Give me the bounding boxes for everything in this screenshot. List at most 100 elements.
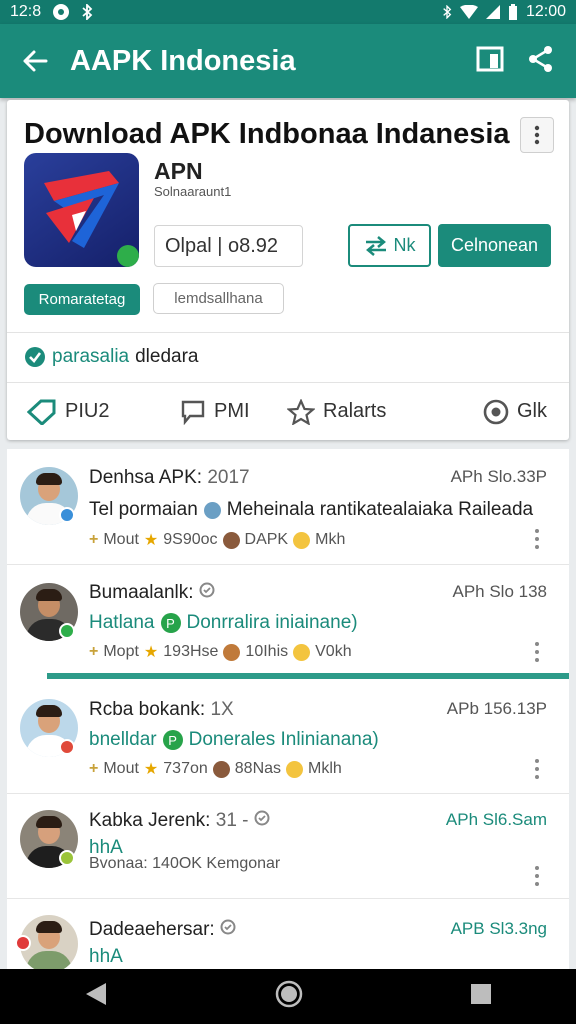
item-version: APb 156.13P [446, 699, 547, 718]
emoji-icon [293, 643, 311, 661]
emoji-icon [293, 531, 311, 549]
item-meta: + Mout ★ 9S90oc DAPK Mkh [89, 531, 346, 549]
status-bar: 12:8 12:00 [0, 0, 576, 24]
bookmark-button[interactable] [476, 45, 506, 78]
item-meta: + Mopt ★ 193Hse 10Ihis V0kh [89, 643, 352, 661]
status-time-left: 12:8 [10, 3, 42, 20]
list-item[interactable]: Denhsa APK: 2017 APh Slo.33P Tel pormaia… [7, 449, 569, 564]
item-version: APh Sl6.Sam [445, 810, 547, 829]
list-item[interactable]: Kabka Jerenk: 31 - APh Sl6.Sam hhA Bvona… [7, 794, 569, 898]
battery-icon [508, 4, 517, 20]
share-icon [529, 45, 552, 72]
star-icon: ★ [143, 761, 159, 778]
item-description: Tel pormaian Meheinala rantikatealaiaka … [89, 499, 534, 520]
user-avatar-icon [222, 531, 240, 549]
notification-icon [53, 4, 70, 20]
app-icon[interactable] [24, 153, 139, 267]
tab-label: Ralarts [323, 400, 387, 422]
star-icon: ★ [143, 532, 159, 549]
tab-item-2[interactable]: PMI [180, 399, 250, 425]
play-icon: P [160, 613, 181, 633]
app-bar: AAPK Indonesia [0, 24, 576, 98]
user-avatar-icon [203, 501, 221, 519]
share-button[interactable] [528, 45, 554, 78]
plus-icon: + [89, 531, 99, 548]
plus-icon: + [89, 760, 99, 777]
more-vertical-icon [534, 125, 540, 145]
verified-row: parasalia dledara [24, 346, 199, 368]
more-vertical-icon[interactable] [535, 759, 539, 783]
verified-label: parasalia [52, 346, 130, 367]
tab-item-4[interactable]: Glk [483, 399, 547, 425]
app-name: APN [154, 158, 203, 184]
divider [7, 332, 569, 333]
nav-home-button[interactable] [275, 980, 303, 1013]
overflow-menu-button[interactable] [520, 117, 554, 153]
list-item[interactable]: Rcba bokank: 1X APb 156.13P bnelldar P D… [7, 681, 569, 793]
star-icon [287, 398, 315, 425]
more-vertical-icon[interactable] [535, 642, 539, 666]
item-description: hhA [89, 946, 123, 967]
download-button[interactable]: Celnonean [438, 224, 551, 267]
transfer-icon [365, 235, 386, 256]
nav-recents-button[interactable] [470, 983, 492, 1010]
app-subtitle: Solnaaraunt1 [154, 184, 232, 199]
system-nav-bar [0, 969, 576, 1024]
arrow-left-icon [23, 50, 48, 72]
tab-label: PMI [214, 400, 250, 422]
app-bar-title: AAPK Indonesia [70, 44, 296, 77]
user-avatar-icon [212, 760, 230, 778]
avatar-badge [59, 739, 75, 755]
more-vertical-icon[interactable] [535, 529, 539, 553]
list-item[interactable]: Dadeaehersar: APB Sl3.3ng hhA [7, 899, 569, 969]
item-title: Kabka Jerenk: 31 - [89, 810, 270, 832]
review-list: Denhsa APK: 2017 APh Slo.33P Tel pormaia… [7, 449, 569, 969]
avatar-badge [59, 507, 75, 523]
wifi-icon [459, 5, 478, 19]
tag-chip[interactable]: lemdsallhana [153, 283, 284, 314]
tab-item-3[interactable]: Ralarts [287, 398, 387, 425]
item-version: APB Sl3.3ng [450, 919, 547, 938]
tab-item-1[interactable]: PIU2 [27, 399, 109, 425]
verified-icon [254, 810, 270, 826]
verified-icon [199, 582, 215, 598]
back-button[interactable] [0, 24, 70, 98]
plus-icon: + [89, 643, 99, 660]
version-field[interactable]: Olpal | o8.92 [154, 225, 303, 267]
item-title: Rcba bokank: 1X [89, 699, 234, 720]
item-title: Bumaalanlk: [89, 582, 215, 604]
page-headline: Download APK Indbonaa Indanesia [24, 118, 510, 150]
more-vertical-icon[interactable] [535, 866, 539, 890]
coin-icon [223, 643, 241, 661]
triangle-back-icon [85, 983, 106, 1005]
list-item[interactable]: Bumaalanlk: APh Slo 138 Hatlana P Donrra… [7, 565, 569, 675]
verified-text: dledara [135, 346, 199, 367]
item-title: Denhsa APK: 2017 [89, 467, 250, 488]
item-description: Hatlana P Donrralira iniainane) [89, 612, 358, 633]
avatar-badge [15, 935, 31, 951]
verified-check-icon [25, 347, 45, 367]
item-meta: Bvonaa: 140OK Kemgonar [89, 855, 281, 872]
verified-icon [220, 919, 236, 935]
tag-icon [27, 399, 56, 425]
status-time-right: 12:00 [525, 3, 566, 20]
tab-label: PIU2 [65, 400, 110, 422]
item-version: APh Slo 138 [452, 582, 547, 601]
open-in-icon [476, 46, 504, 71]
bluetooth-icon [82, 4, 93, 20]
app-detail-card: Download APK Indbonaa Indanesia APN Soln… [7, 100, 569, 440]
action-tabs: PIU2 PMI Ralarts Glk [7, 383, 569, 440]
avatar-badge [59, 850, 75, 866]
item-version: APh Slo.33P [450, 467, 547, 486]
item-description: bnelldar P Donerales Inlinianana) [89, 729, 379, 750]
secondary-action-button[interactable]: Nk [348, 224, 431, 267]
circle-home-icon [275, 980, 303, 1008]
secondary-action-label: Nk [393, 235, 416, 255]
settings-circle-icon [483, 399, 509, 424]
category-chip[interactable]: Romaratetag [24, 284, 140, 315]
divider [47, 673, 569, 679]
bluetooth-small-icon [443, 5, 452, 19]
signal-icon [485, 5, 500, 19]
nav-back-button[interactable] [84, 981, 108, 1012]
app-logo-icon [44, 171, 139, 267]
